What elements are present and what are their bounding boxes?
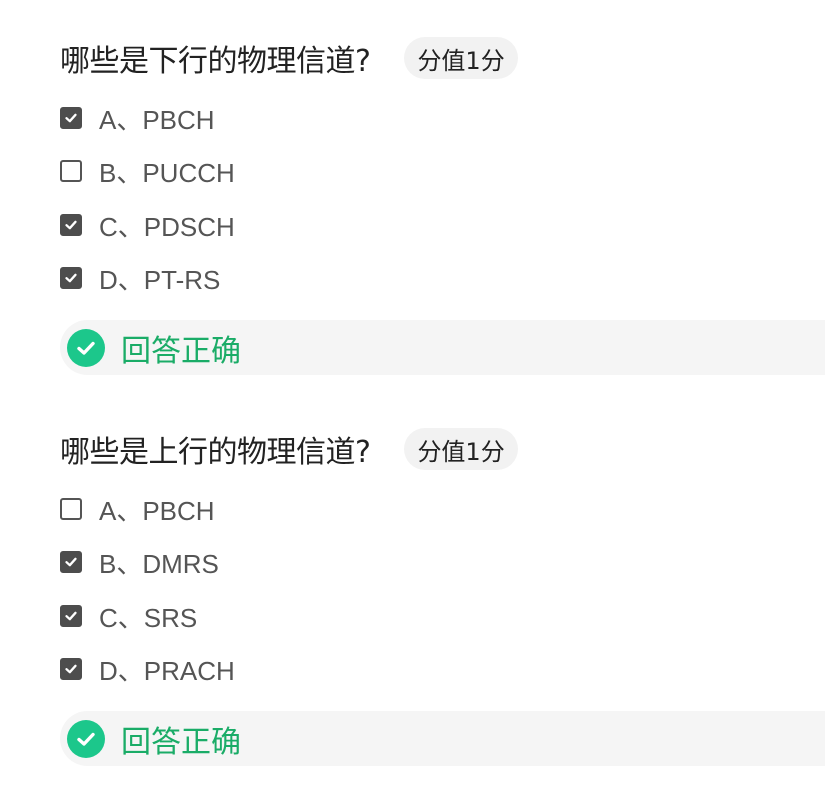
option-label: D、PRACH — [99, 655, 235, 686]
checkbox-checked[interactable] — [60, 605, 82, 627]
checkbox-unchecked[interactable] — [60, 160, 82, 182]
checkbox-checked[interactable] — [60, 107, 82, 129]
score-badge: 分值1分 — [404, 37, 518, 79]
checkbox-unchecked[interactable] — [60, 498, 82, 520]
checkmark-icon — [65, 113, 77, 123]
option-label: C、PDSCH — [99, 211, 235, 242]
result-text: 回答正确 — [121, 333, 241, 369]
option-d[interactable]: D、PRACH — [60, 654, 235, 686]
option-label: A、PBCH — [99, 104, 215, 135]
option-c[interactable]: C、PDSCH — [60, 210, 235, 242]
option-c[interactable]: C、SRS — [60, 601, 197, 633]
question-title: 哪些是下行的物理信道? — [60, 44, 371, 79]
result-text: 回答正确 — [121, 724, 241, 760]
checkmark-icon — [65, 273, 77, 283]
option-b[interactable]: B、PUCCH — [60, 156, 235, 188]
answer-result: 回答正确 — [60, 711, 825, 766]
answer-result: 回答正确 — [60, 320, 825, 375]
checkbox-checked[interactable] — [60, 658, 82, 680]
checkbox-checked[interactable] — [60, 214, 82, 236]
option-a[interactable]: A、PBCH — [60, 494, 215, 526]
option-label: C、SRS — [99, 602, 198, 633]
option-b[interactable]: B、DMRS — [60, 547, 219, 579]
checkmark-icon — [65, 611, 77, 621]
score-badge: 分值1分 — [404, 428, 518, 470]
question-header: 哪些是下行的物理信道? 分值1分 — [60, 37, 518, 79]
checkmark-icon — [65, 664, 77, 674]
option-d[interactable]: D、PT-RS — [60, 263, 220, 295]
question-title: 哪些是上行的物理信道? — [60, 435, 371, 470]
checkbox-checked[interactable] — [60, 551, 82, 573]
option-label: B、PUCCH — [99, 157, 235, 188]
check-circle-icon — [67, 328, 105, 367]
checkmark-icon — [65, 557, 77, 567]
question-header: 哪些是上行的物理信道? 分值1分 — [60, 428, 518, 470]
check-circle-icon — [67, 719, 105, 758]
checkbox-checked[interactable] — [60, 267, 82, 289]
checkmark-icon — [65, 220, 77, 230]
option-label: D、PT-RS — [99, 264, 221, 295]
option-label: B、DMRS — [99, 548, 219, 579]
option-label: A、PBCH — [99, 495, 215, 526]
option-a[interactable]: A、PBCH — [60, 103, 215, 135]
